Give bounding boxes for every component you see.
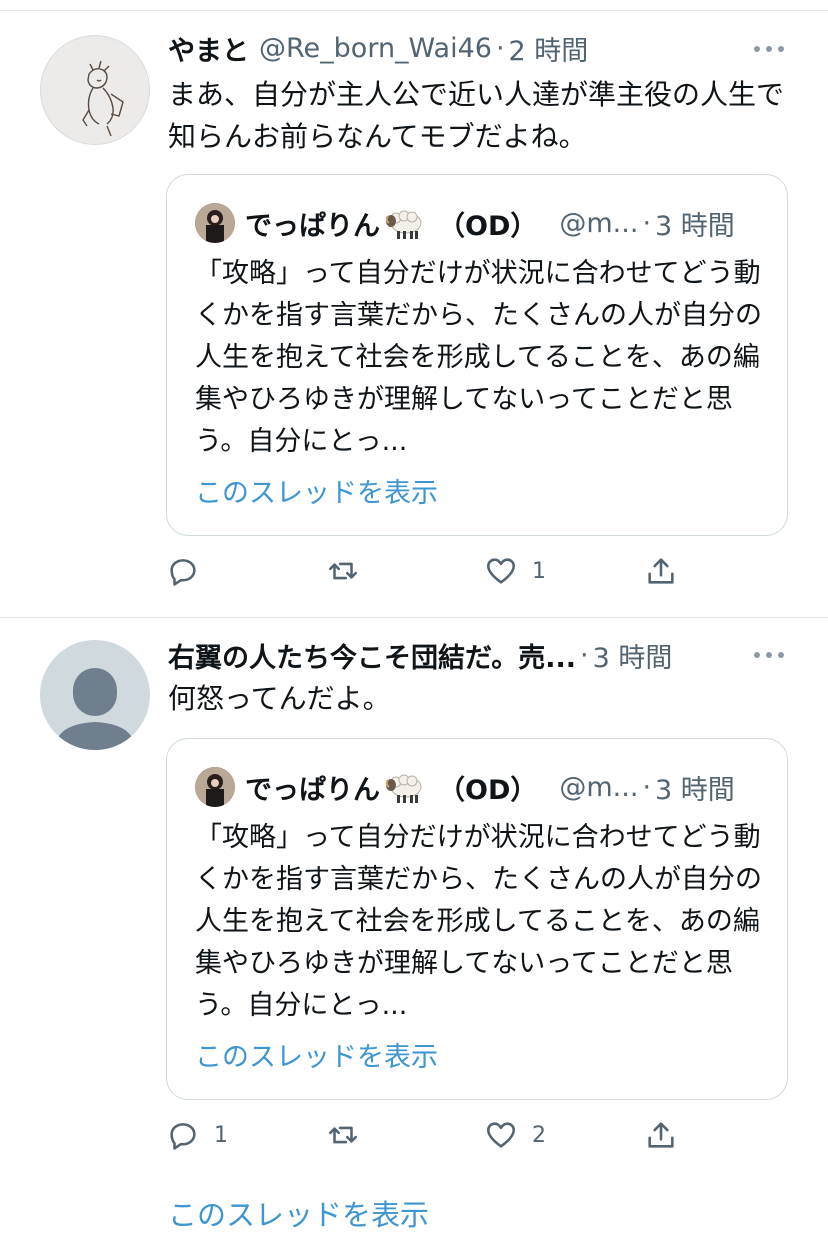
quote-avatar-image — [195, 767, 235, 807]
separator-dot: · — [579, 639, 589, 671]
tweet-header: 右翼の人たち今こそ団結だ。売... · 3 時間 — [168, 635, 672, 675]
display-name[interactable]: 右翼の人たち今こそ団結だ。売... — [168, 636, 576, 675]
quote-show-thread-link[interactable]: このスレッドを表示 — [195, 1035, 438, 1074]
reply-icon — [170, 1123, 196, 1150]
separator-dot: · — [495, 32, 505, 64]
like-button[interactable]: 1 — [484, 551, 546, 591]
default-profile-icon — [55, 668, 135, 750]
reply-count: 1 — [214, 1122, 228, 1148]
like-count: 2 — [532, 1122, 546, 1148]
quote-user-handle[interactable]: @m... — [559, 208, 638, 239]
quote-display-name[interactable]: でっぱりん — [245, 204, 380, 243]
share-icon — [648, 1122, 674, 1148]
timestamp[interactable]: 2 時間 — [509, 29, 589, 68]
retweet-icon — [328, 1126, 358, 1144]
heart-icon — [486, 1122, 516, 1148]
quote-timestamp[interactable]: 3 時間 — [655, 768, 735, 807]
show-thread-link[interactable]: このスレッドを表示 — [168, 1192, 429, 1234]
quoted-tweet[interactable]: でっぱりん （OD） @m... · 3 時間 「攻略」って自分だけが状況に合わ… — [166, 738, 788, 1100]
quoted-tweet[interactable]: でっぱりん （OD） @m... · 3 時間 「攻略」って自分だけが状況に合わ… — [166, 174, 788, 536]
quote-od-label: （OD） — [438, 774, 538, 806]
quote-avatar[interactable] — [195, 203, 235, 243]
tweet-text: 何怒ってんだよ。 — [168, 682, 391, 715]
quote-text: 「攻略」って自分だけが状況に合わせてどう動くかを指す言葉だから、たくさんの人が自… — [195, 258, 762, 457]
reply-button[interactable] — [166, 551, 214, 591]
separator-dot: · — [642, 207, 652, 239]
quote-text: 「攻略」って自分だけが状況に合わせてどう動くかを指す言葉だから、たくさんの人が自… — [195, 822, 762, 1021]
share-button[interactable] — [644, 551, 678, 591]
quote-display-name[interactable]: でっぱりん — [245, 768, 380, 807]
tweet-actions: 1 — [166, 551, 706, 591]
reply-icon — [170, 559, 196, 586]
sheep-icon — [385, 774, 422, 803]
sketch-avatar-image — [82, 60, 124, 137]
like-count: 1 — [532, 558, 546, 584]
more-icon[interactable] — [754, 650, 784, 660]
quote-avatar-image — [195, 203, 235, 243]
timestamp[interactable]: 3 時間 — [593, 636, 673, 675]
like-button[interactable]: 2 — [484, 1115, 546, 1155]
quote-header: でっぱりん （OD） @m... · 3 時間 — [195, 203, 735, 243]
quote-avatar[interactable] — [195, 767, 235, 807]
sheep-icon — [385, 210, 422, 239]
retweet-button[interactable] — [326, 551, 374, 591]
tweet-text: まあ、自分が主人公で近い人達が準主役の人生で知らんお前らなんてモブだよね。 — [168, 78, 785, 153]
display-name[interactable]: やまと — [168, 29, 249, 68]
reply-button[interactable]: 1 — [166, 1115, 228, 1155]
quote-user-handle[interactable]: @m... — [559, 772, 638, 803]
tweet-actions: 1 2 — [166, 1115, 706, 1155]
heart-icon — [486, 558, 516, 584]
share-icon — [648, 558, 674, 584]
tweet-header: やまと @Re_born_Wai46 · 2 時間 — [168, 28, 588, 68]
share-button[interactable] — [644, 1115, 678, 1155]
avatar[interactable] — [40, 35, 150, 145]
user-handle[interactable]: @Re_born_Wai46 — [259, 33, 492, 64]
quote-timestamp[interactable]: 3 時間 — [655, 204, 735, 243]
separator-dot: · — [642, 771, 652, 803]
quote-header: でっぱりん （OD） @m... · 3 時間 — [195, 767, 735, 807]
avatar[interactable] — [40, 640, 150, 750]
retweet-button[interactable] — [326, 1115, 374, 1155]
more-icon[interactable] — [754, 44, 784, 54]
quote-show-thread-link[interactable]: このスレッドを表示 — [195, 471, 438, 510]
retweet-icon — [328, 562, 358, 580]
top-divider — [0, 10, 828, 11]
tweet-divider — [0, 617, 828, 618]
quote-od-label: （OD） — [438, 210, 538, 242]
